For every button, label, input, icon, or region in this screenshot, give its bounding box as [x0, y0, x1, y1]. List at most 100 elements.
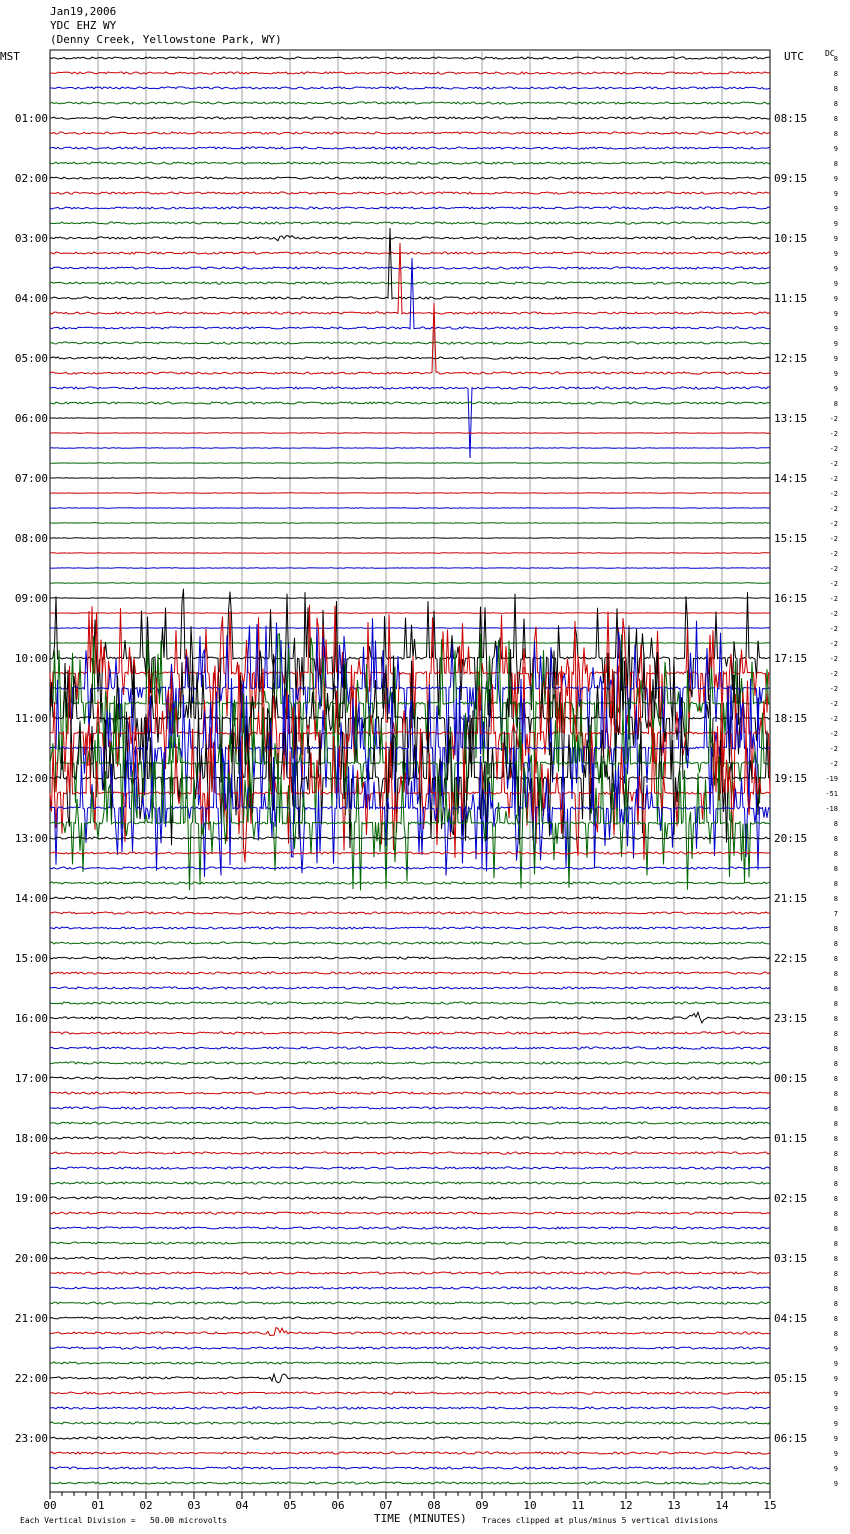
seismic-trace — [49, 881, 771, 885]
dc-offset-label: 9 — [834, 145, 838, 153]
seismic-trace — [49, 1061, 771, 1065]
mst-hour-label: 12:00 — [15, 772, 48, 785]
utc-hour-label: 08:15 — [774, 112, 807, 125]
dc-offset-label: 8 — [834, 1210, 838, 1218]
dc-offset-label: 9 — [834, 1435, 838, 1443]
x-tick-label: 07 — [379, 1499, 392, 1512]
seismic-trace — [49, 1091, 771, 1095]
x-tick-label: 09 — [475, 1499, 488, 1512]
dc-offset-label: 9 — [834, 205, 838, 213]
dc-offset-label: -2 — [830, 520, 838, 528]
seismic-trace — [49, 281, 771, 285]
dc-offset-label: -2 — [830, 430, 838, 438]
dc-offset-label: -2 — [830, 535, 838, 543]
dc-offset-label: 8 — [834, 880, 838, 888]
mst-hour-label: 16:00 — [15, 1012, 48, 1025]
dc-offset-label: 8 — [834, 1165, 838, 1173]
dc-offset-label: 8 — [834, 1300, 838, 1308]
utc-hour-label: 03:15 — [774, 1252, 807, 1265]
mst-hour-label: 20:00 — [15, 1252, 48, 1265]
x-tick-label: 00 — [43, 1499, 56, 1512]
dc-offset-label: 9 — [834, 310, 838, 318]
dc-offset-label: 8 — [834, 1285, 838, 1293]
seismic-trace — [49, 266, 771, 270]
dc-offset-label: -2 — [830, 580, 838, 588]
seismic-trace — [49, 1046, 771, 1050]
mst-hour-label: 06:00 — [15, 412, 48, 425]
seismic-trace — [49, 1256, 771, 1260]
seismic-trace — [49, 896, 771, 900]
seismic-trace — [49, 1361, 771, 1365]
x-tick-label: 08 — [427, 1499, 440, 1512]
dc-offset-label: 8 — [834, 850, 838, 858]
seismic-trace — [49, 1241, 771, 1245]
dc-offset-label: -2 — [830, 610, 838, 618]
dc-offset-label: 8 — [834, 130, 838, 138]
seismic-trace — [50, 86, 771, 90]
dc-offset-label: 8 — [834, 985, 838, 993]
x-tick-label: 03 — [187, 1499, 200, 1512]
seismic-trace — [49, 1326, 771, 1337]
dc-offset-label: 7 — [834, 910, 838, 918]
utc-hour-label: 00:15 — [774, 1072, 807, 1085]
dc-offset-label: 8 — [834, 925, 838, 933]
seismic-trace — [49, 1196, 771, 1200]
seismic-trace — [50, 1271, 771, 1275]
dc-offset-label: -2 — [830, 415, 838, 423]
dc-offset-label: 8 — [834, 1135, 838, 1143]
utc-hour-label: 09:15 — [774, 172, 807, 185]
dc-offset-label: 8 — [834, 895, 838, 903]
seismic-trace — [50, 1121, 771, 1125]
dc-offset-label: 8 — [834, 1330, 838, 1338]
dc-offset-label: 9 — [834, 1405, 838, 1413]
dc-offset-label: -2 — [830, 715, 838, 723]
dc-offset-label: 8 — [834, 940, 838, 948]
x-tick-label: 02 — [139, 1499, 152, 1512]
seismic-trace — [49, 176, 771, 180]
mst-hour-label: 17:00 — [15, 1072, 48, 1085]
dc-offset-label: 8 — [834, 1180, 838, 1188]
mst-hour-label: 07:00 — [15, 472, 48, 485]
mst-hour-label: 08:00 — [15, 532, 48, 545]
dc-offset-label: -2 — [830, 550, 838, 558]
dc-offset-label: 9 — [834, 1465, 838, 1473]
dc-offset-label: 9 — [834, 295, 838, 303]
seismic-trace — [49, 1010, 771, 1024]
seismic-trace — [49, 1406, 771, 1410]
seismic-trace — [49, 851, 771, 855]
utc-hour-label: 12:15 — [774, 352, 807, 365]
utc-hour-label: 20:15 — [774, 832, 807, 845]
seismic-trace — [49, 1136, 771, 1140]
dc-offset-label: -51 — [825, 790, 838, 798]
utc-hour-label: 06:15 — [774, 1432, 807, 1445]
seismic-trace — [49, 56, 771, 60]
dc-offset-label: -2 — [830, 505, 838, 513]
dc-offset-label: 9 — [834, 1480, 838, 1488]
seismic-trace — [49, 971, 771, 975]
seismic-trace — [49, 1076, 771, 1080]
seismic-trace — [49, 1316, 771, 1320]
dc-offset-label: 9 — [834, 385, 838, 393]
dc-offset-label: 8 — [834, 85, 838, 93]
dc-offset-label: 9 — [834, 370, 838, 378]
dc-offset-label: -2 — [830, 565, 838, 573]
seismic-trace — [49, 356, 771, 360]
seismic-trace — [49, 1166, 771, 1170]
seismic-trace — [49, 401, 771, 405]
dc-offset-label: -2 — [830, 475, 838, 483]
utc-hour-label: 23:15 — [774, 1012, 807, 1025]
mst-hour-label: 09:00 — [15, 592, 48, 605]
dc-offset-label: -18 — [825, 805, 838, 813]
dc-offset-label: -2 — [830, 445, 838, 453]
dc-offset-label: 8 — [834, 1120, 838, 1128]
dc-offset-label: 8 — [834, 1045, 838, 1053]
dc-offset-label: -2 — [830, 670, 838, 678]
dc-offset-label: 8 — [834, 1105, 838, 1113]
dc-offset-label: -2 — [830, 460, 838, 468]
mst-hour-label: 01:00 — [15, 112, 48, 125]
dc-offset-label: 9 — [834, 250, 838, 258]
seismic-trace — [49, 1451, 771, 1455]
dc-offset-label: 8 — [834, 835, 838, 843]
seismic-trace — [49, 101, 771, 105]
seismic-trace — [49, 235, 771, 242]
